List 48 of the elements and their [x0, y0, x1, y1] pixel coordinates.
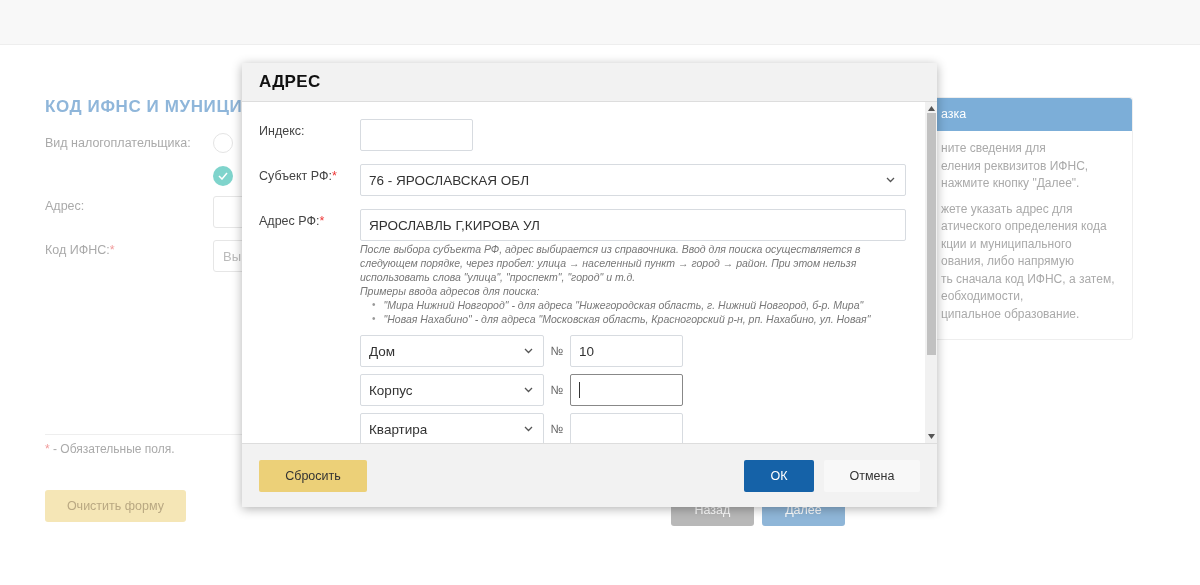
chevron-down-icon — [524, 348, 533, 354]
hint-text: жете указать адрес для — [941, 200, 1074, 218]
dialog-title: АДРЕС — [259, 72, 321, 91]
cancel-button[interactable]: Отмена — [824, 459, 920, 492]
scroll-down-icon[interactable] — [927, 434, 935, 439]
number-sign: № — [549, 383, 565, 397]
input-field[interactable]: 10 — [570, 335, 683, 367]
field-label: Субъект РФ:* — [259, 168, 338, 185]
bullet: • — [372, 312, 376, 326]
number-sign: № — [549, 344, 565, 358]
input-field[interactable]: ЯРОСЛАВЛЬ Г,КИРОВА УЛ — [360, 209, 906, 241]
section-title: КОД ИФНС И МУНИЦИ — [45, 97, 244, 118]
hint-text: еления реквизитов ИФНС, — [941, 157, 1090, 175]
hint-text: ования, либо напрямую — [941, 253, 1075, 270]
hint-text: атического определения кода — [941, 218, 1108, 235]
field-label: Адрес: — [45, 198, 86, 215]
input-field[interactable] — [570, 374, 683, 406]
bullet: • — [372, 298, 376, 312]
text-cursor — [579, 382, 580, 398]
reset-button[interactable]: Сбросить — [259, 459, 367, 492]
chevron-down-icon — [524, 426, 533, 432]
ok-button[interactable]: ОК — [744, 459, 814, 492]
select-field[interactable]: 76 - ЯРОСЛАВСКАЯ ОБЛ — [360, 164, 906, 196]
radio-button[interactable] — [213, 166, 233, 186]
example-item: "Мира Нижний Новгород" - для адреса "Нижегородская область, г. Нижний Новгород, б-р. Мира" — [383, 298, 864, 312]
field-label: Адрес РФ:* — [259, 213, 326, 230]
required-note: * - Обязательные поля. — [45, 442, 176, 456]
hint-text: ципальное образование. — [941, 305, 1081, 323]
hint-text: еобходимости, — [941, 288, 1025, 305]
chevron-down-icon — [886, 177, 895, 183]
help-text: Примеры ввода адресов для поиска: — [360, 284, 541, 298]
select-field[interactable]: Корпус — [360, 374, 544, 406]
field-label: Индекс: — [259, 123, 306, 140]
example-item: "Новая Нахабино" - для адреса "Московская область, Красногорский р-н, рп. Нахабино, ул. Новая" — [383, 312, 871, 326]
check-icon — [218, 172, 228, 180]
hint-text: кции и муниципального — [941, 235, 1073, 253]
field-label: Код ИФНС:* — [45, 242, 116, 259]
scrollbar[interactable] — [925, 102, 937, 443]
scroll-up-icon[interactable] — [927, 106, 935, 111]
hint-text: нажмите кнопку "Далее". — [941, 175, 1081, 192]
hint-text: ть сначала код ИФНС, а затем, — [941, 270, 1116, 288]
help-text: После выбора субъекта РФ, адрес выбирается из справочника. Ввод для поиска осуществляется в следующем порядке, через пробел: улица → населенный пункт → город → район. При этом нельзя использовать слова "улица", "проспект", "город" и т.д. — [360, 242, 862, 284]
field-label: Вид налогоплательщика: — [45, 135, 192, 152]
number-sign: № — [549, 422, 565, 436]
chevron-down-icon — [524, 387, 533, 393]
select-field[interactable]: Дом — [360, 335, 544, 367]
hint-text: ните сведения для — [941, 140, 1047, 157]
radio-button[interactable] — [213, 133, 233, 153]
